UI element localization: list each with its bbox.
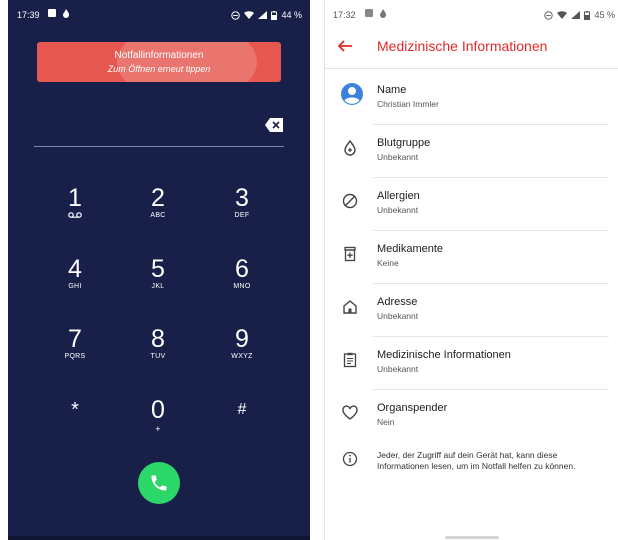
status-time: 17:39 bbox=[17, 10, 40, 20]
fire-icon bbox=[63, 9, 69, 18]
row-value: Unbekannt bbox=[377, 205, 419, 215]
key-digit: 8 bbox=[151, 325, 165, 353]
row-value: Unbekannt bbox=[377, 152, 419, 162]
medical-info-screen: 17:32 45 % Medizinische Informationen Na… bbox=[324, 0, 618, 540]
key-letters: PQRS bbox=[64, 353, 86, 360]
key-letters: WXYZ bbox=[231, 353, 253, 360]
key-3[interactable]: 3 DEF bbox=[212, 185, 272, 235]
blood-drop-icon bbox=[344, 139, 356, 156]
do-not-disturb-icon bbox=[231, 10, 241, 20]
info-icon bbox=[342, 451, 358, 467]
row-title: Medizinische Informationen bbox=[377, 349, 511, 361]
row-title: Allergien bbox=[377, 190, 420, 202]
emergency-info-banner[interactable]: Notfallinformationen Zum Öffnen erneut t… bbox=[37, 42, 281, 82]
status-bar: 17:32 45 % bbox=[325, 0, 618, 24]
row-title: Organspender bbox=[377, 402, 448, 414]
account-icon bbox=[341, 83, 363, 105]
key-4[interactable]: 4 GHI bbox=[45, 256, 105, 306]
key-digit: # bbox=[237, 401, 247, 418]
key-letters: DEF bbox=[234, 212, 250, 219]
app-bar-divider bbox=[325, 68, 618, 69]
status-time: 17:32 bbox=[333, 10, 356, 20]
clipboard-icon bbox=[343, 352, 357, 368]
call-button[interactable] bbox=[138, 462, 180, 504]
key-digit: 5 bbox=[151, 255, 165, 283]
key-letters: ABC bbox=[150, 212, 166, 219]
wifi-icon bbox=[244, 11, 255, 19]
emergency-dialer-screen: 17:39 44 % Notfallinformationen Zum Öffn… bbox=[8, 0, 310, 540]
page-title: Medizinische Informationen bbox=[377, 38, 548, 54]
privacy-notice-text: Jeder, der Zugriff auf dein Gerät hat, k… bbox=[377, 450, 576, 471]
status-bar: 17:39 44 % bbox=[8, 0, 310, 28]
battery-percent: 44 % bbox=[281, 10, 302, 20]
fire-icon bbox=[380, 9, 386, 18]
battery-icon bbox=[584, 10, 591, 20]
do-not-disturb-icon bbox=[544, 10, 554, 20]
key-5[interactable]: 5 JKL bbox=[128, 256, 188, 306]
no-entry-icon bbox=[342, 193, 358, 209]
list-item-medical-info[interactable]: Medizinische Informationen Unbekannt bbox=[325, 337, 618, 390]
medication-icon bbox=[344, 246, 356, 262]
key-digit: 0 bbox=[151, 396, 165, 424]
row-value: Keine bbox=[377, 258, 399, 268]
battery-icon bbox=[271, 10, 278, 20]
signal-icon bbox=[258, 11, 268, 19]
key-6[interactable]: 6 MNO bbox=[212, 256, 272, 306]
phone-icon bbox=[151, 475, 167, 491]
key-2[interactable]: 2 ABC bbox=[128, 185, 188, 235]
list-item-medications[interactable]: Medikamente Keine bbox=[325, 231, 618, 284]
key-9[interactable]: 9 WXYZ bbox=[212, 326, 272, 376]
gesture-bar bbox=[445, 536, 499, 539]
key-letters: GHI bbox=[68, 283, 82, 290]
key-8[interactable]: 8 TUV bbox=[128, 326, 188, 376]
heart-icon bbox=[342, 405, 358, 420]
navigation-bar bbox=[8, 536, 310, 540]
key-digit: 7 bbox=[68, 325, 82, 353]
back-arrow-icon[interactable] bbox=[337, 38, 353, 54]
key-1[interactable]: 1 bbox=[45, 185, 105, 235]
list-item-name[interactable]: Name Christian Immler bbox=[325, 72, 618, 125]
banner-subtitle: Zum Öffnen erneut tippen bbox=[107, 64, 211, 74]
row-value: Unbekannt bbox=[377, 364, 419, 374]
key-letters: + bbox=[155, 424, 161, 434]
key-digit: 2 bbox=[151, 184, 165, 212]
row-value: Unbekannt bbox=[377, 311, 419, 321]
key-7[interactable]: 7 PQRS bbox=[45, 326, 105, 376]
notification-icon bbox=[48, 9, 56, 17]
row-title: Blutgruppe bbox=[377, 137, 431, 149]
number-input-underline bbox=[34, 146, 284, 147]
list-item-allergies[interactable]: Allergien Unbekannt bbox=[325, 178, 618, 231]
list-item-blood-type[interactable]: Blutgruppe Unbekannt bbox=[325, 125, 618, 178]
row-title: Name bbox=[377, 84, 407, 96]
list-item-address[interactable]: Adresse Unbekannt bbox=[325, 284, 618, 337]
key-letters: TUV bbox=[150, 353, 166, 360]
privacy-notice: Jeder, der Zugriff auf dein Gerät hat, k… bbox=[325, 444, 618, 504]
voicemail-icon bbox=[68, 212, 82, 218]
key-digit: 3 bbox=[235, 184, 249, 212]
key-digit: 1 bbox=[68, 184, 82, 212]
banner-title: Notfallinformationen bbox=[114, 50, 204, 61]
app-bar: Medizinische Informationen bbox=[325, 28, 618, 66]
row-title: Medikamente bbox=[377, 243, 444, 255]
signal-icon bbox=[571, 11, 581, 19]
key-letters: MNO bbox=[233, 283, 251, 290]
row-title: Adresse bbox=[377, 296, 418, 308]
battery-percent: 45 % bbox=[594, 10, 615, 20]
key-0[interactable]: 0 + bbox=[128, 397, 188, 447]
row-value: Christian Immler bbox=[377, 99, 439, 109]
backspace-icon[interactable] bbox=[265, 118, 283, 132]
row-value: Nein bbox=[377, 417, 395, 427]
ripple-effect bbox=[117, 42, 257, 82]
key-star[interactable]: * bbox=[45, 397, 105, 447]
key-letters: JKL bbox=[151, 283, 165, 290]
key-digit: 6 bbox=[235, 255, 249, 283]
key-digit: 4 bbox=[68, 255, 82, 283]
list-item-organ-donor[interactable]: Organspender Nein bbox=[325, 390, 618, 442]
wifi-icon bbox=[557, 11, 568, 19]
notification-icon bbox=[365, 9, 373, 17]
key-hash[interactable]: # bbox=[212, 397, 272, 447]
key-digit: * bbox=[71, 399, 79, 421]
home-icon bbox=[343, 300, 357, 314]
key-digit: 9 bbox=[235, 325, 249, 353]
